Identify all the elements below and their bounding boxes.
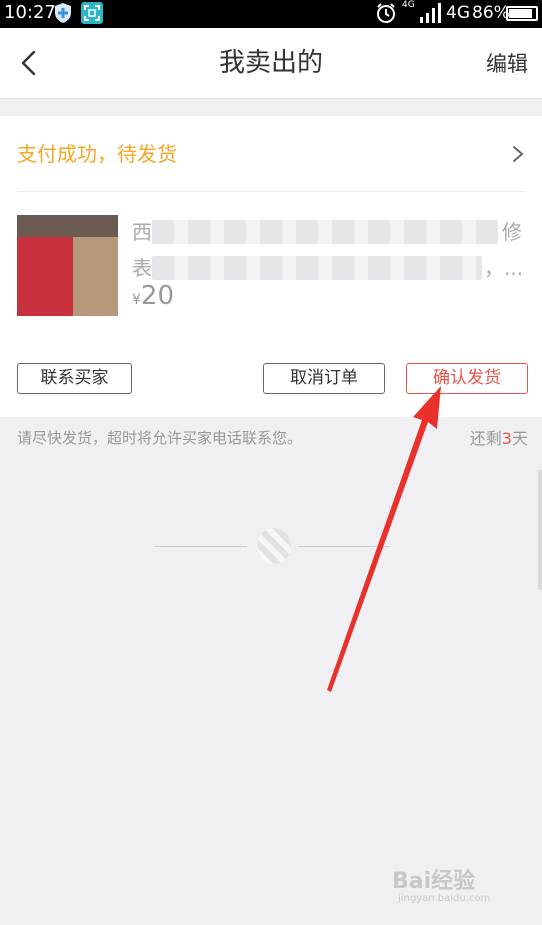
shipping-hint: 请尽快发货，超时将允许买家电话联系您。: [17, 429, 303, 447]
end-divider-right: [298, 546, 390, 547]
network-type: 4G: [446, 3, 470, 23]
scrollbar[interactable]: [538, 470, 542, 590]
end-divider-left: [155, 546, 247, 547]
network-type-small: 4G: [402, 0, 415, 10]
end-logo-icon: [257, 528, 291, 564]
description-ellipsis: ，...: [484, 256, 524, 280]
chevron-right-icon: [513, 146, 524, 162]
days-value: 3: [501, 429, 512, 448]
description-first-char-line-2: 表: [132, 256, 152, 280]
watermark: Bai经验 jingyan.baidu.com: [392, 869, 512, 909]
shield-icon: [55, 3, 71, 23]
status-right-group: 4G 4G 86%: [372, 0, 542, 28]
order-status-row[interactable]: 支付成功，待发货: [0, 116, 542, 192]
watermark-main: Bai经验: [392, 869, 476, 894]
page-title: 我卖出的: [218, 48, 323, 78]
divider: [17, 191, 525, 192]
description-blurred-line-1: [152, 220, 498, 244]
edit-button[interactable]: 编辑: [486, 49, 528, 79]
status-bar: 10:27 4G 4G 86%: [0, 0, 542, 28]
battery-icon: [506, 6, 538, 21]
days-suffix: 天: [511, 429, 528, 448]
contact-buyer-button[interactable]: 联系买家: [17, 363, 132, 394]
alarm-icon: [377, 3, 395, 23]
price-value: 20: [140, 281, 175, 311]
nav-bar: 我卖出的 编辑: [0, 28, 542, 99]
price-symbol: ¥: [132, 292, 141, 308]
cancel-order-button[interactable]: 取消订单: [263, 363, 385, 394]
order-card: 支付成功，待发货 西 修 表 ，... ¥20 联系买家 取消订单 确认发货: [0, 116, 542, 417]
description-blurred-line-2: [152, 256, 482, 280]
days-remaining: 还剩3天: [470, 428, 528, 450]
description-last-char: 修: [502, 220, 522, 244]
order-status: 支付成功，待发货: [17, 142, 177, 166]
days-prefix: 还剩: [469, 429, 502, 448]
confirm-shipment-button[interactable]: 确认发货: [406, 363, 528, 394]
product-thumbnail[interactable]: [17, 215, 118, 316]
watermark-sub: jingyan.baidu.com: [398, 893, 491, 904]
battery-percent: 86%: [472, 3, 510, 23]
price: ¥20: [132, 281, 174, 311]
thumbnail-blur-dark: [17, 215, 118, 237]
scan-icon: [81, 2, 103, 24]
thumbnail-blur-tan: [73, 235, 118, 316]
status-time: 10:27: [4, 2, 56, 23]
description-first-char: 西: [132, 220, 152, 244]
signal-icon: [420, 3, 441, 23]
